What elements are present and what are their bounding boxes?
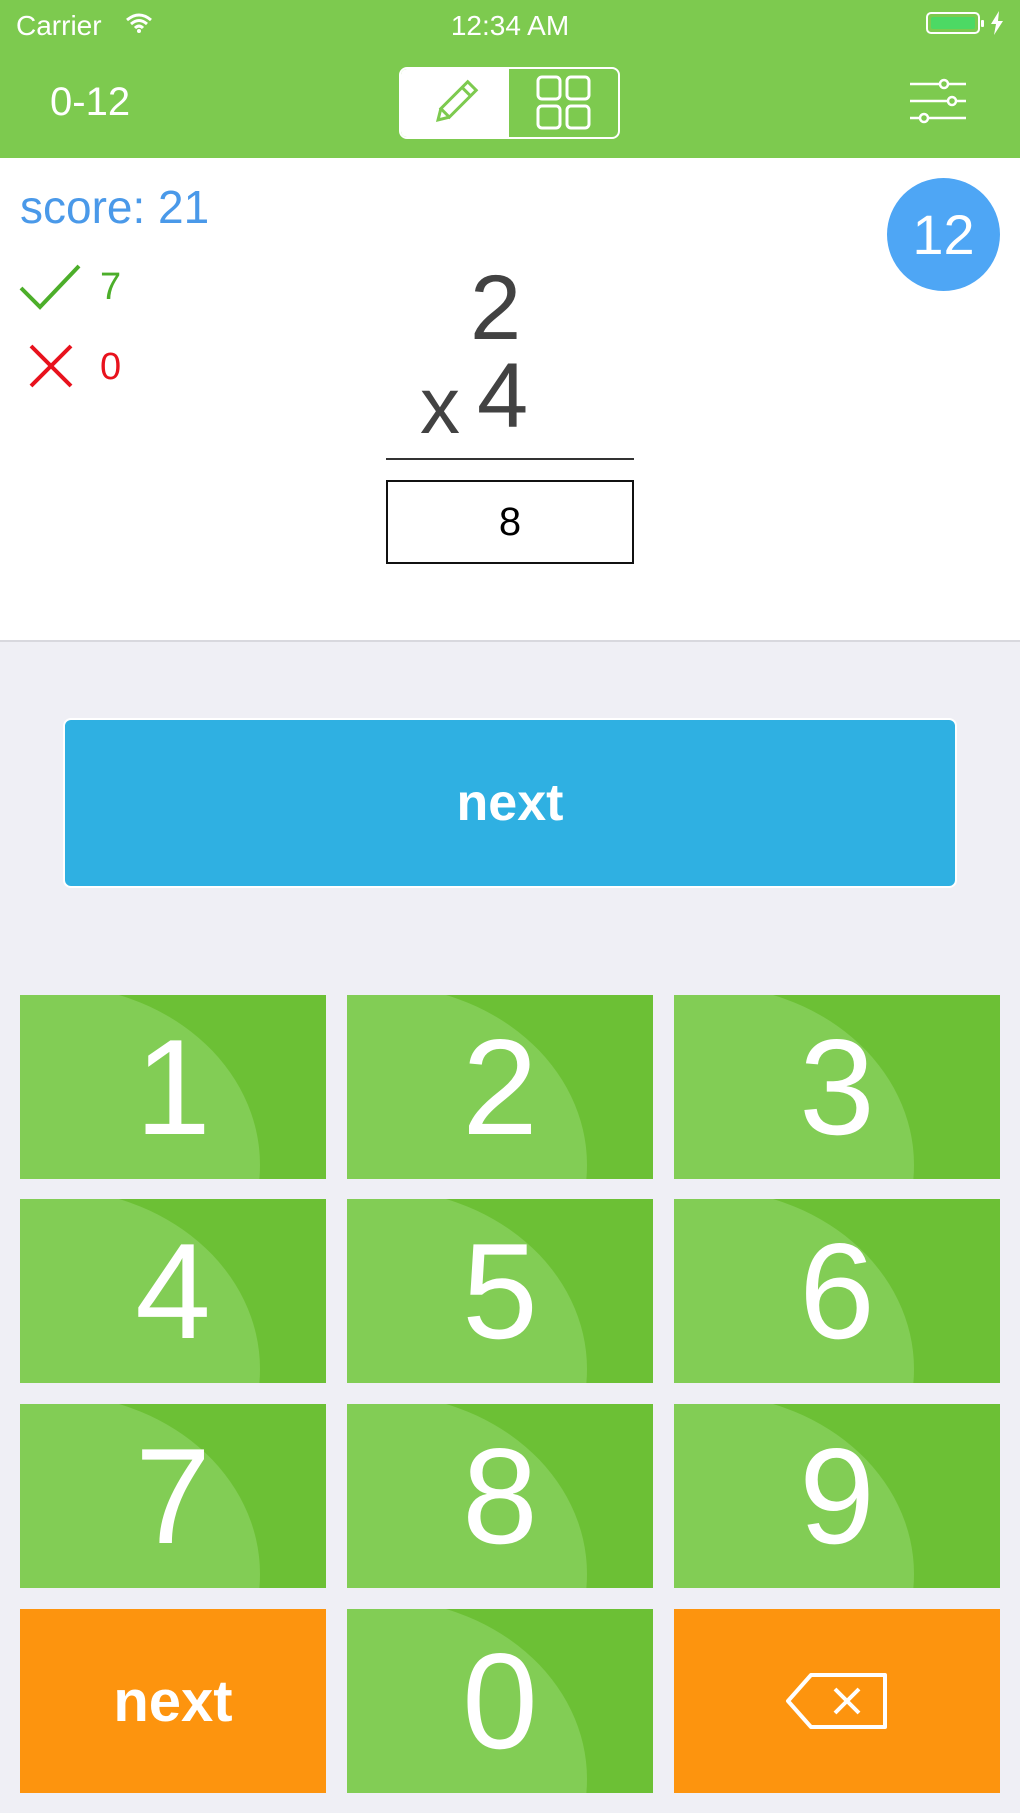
grid-mode-button[interactable] xyxy=(509,69,618,137)
key-2[interactable]: 2 xyxy=(347,995,653,1179)
sum-line xyxy=(386,458,634,460)
answer-input[interactable]: 8 xyxy=(386,480,634,564)
key-4[interactable]: 4 xyxy=(20,1199,326,1383)
check-icon xyxy=(19,264,81,310)
wrong-count: 0 xyxy=(100,346,122,388)
key-7[interactable]: 7 xyxy=(20,1404,326,1588)
correct-count: 7 xyxy=(100,266,122,308)
key-6[interactable]: 6 xyxy=(674,1199,1000,1383)
key-3[interactable]: 3 xyxy=(674,995,1000,1179)
question-counter-badge: 12 xyxy=(887,178,1000,291)
top-bar: Carrier 12:34 AM 0-12 xyxy=(0,0,1020,158)
practice-mode-button[interactable] xyxy=(401,69,509,137)
backspace-icon xyxy=(786,1673,887,1729)
key-5[interactable]: 5 xyxy=(347,1199,653,1383)
status-clock: 12:34 AM xyxy=(450,10,570,41)
cross-icon xyxy=(29,344,73,388)
key-1[interactable]: 1 xyxy=(20,995,326,1179)
score-label: score: 21 xyxy=(20,181,210,233)
battery-icon xyxy=(926,12,984,34)
charging-bolt-icon xyxy=(991,11,1003,35)
keypad-next-button[interactable]: next xyxy=(20,1609,326,1793)
key-0[interactable]: 0 xyxy=(347,1609,653,1793)
settings-sliders-icon[interactable] xyxy=(908,78,968,124)
grid-icon xyxy=(536,75,591,130)
pencil-icon xyxy=(435,79,479,123)
question-panel: score: 21 7 0 12 2 x 4 8 xyxy=(0,158,1020,642)
mode-toggle xyxy=(399,67,620,139)
next-button[interactable]: next xyxy=(63,718,957,888)
range-selector[interactable]: 0-12 xyxy=(50,80,130,125)
key-8[interactable]: 8 xyxy=(347,1404,653,1588)
operand-bottom: 4 xyxy=(477,345,529,447)
operator-sign: x xyxy=(420,361,460,450)
backspace-button[interactable] xyxy=(674,1609,1000,1793)
key-9[interactable]: 9 xyxy=(674,1404,1000,1588)
